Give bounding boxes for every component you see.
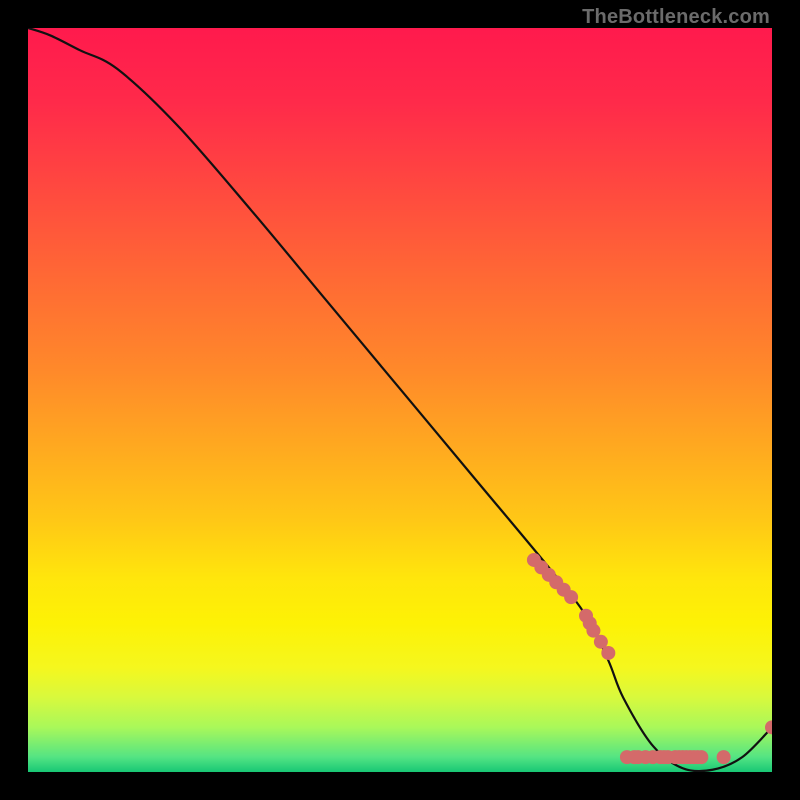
plot-area	[28, 28, 772, 772]
attribution-label: TheBottleneck.com	[582, 6, 770, 29]
curve-marker	[564, 590, 578, 604]
curve-layer	[28, 28, 772, 772]
curve-marker	[601, 646, 615, 660]
bottleneck-curve	[28, 28, 772, 771]
chart-container: TheBottleneck.com	[0, 0, 800, 800]
curve-marker	[694, 750, 708, 764]
curve-markers	[527, 553, 772, 764]
curve-marker	[717, 750, 731, 764]
